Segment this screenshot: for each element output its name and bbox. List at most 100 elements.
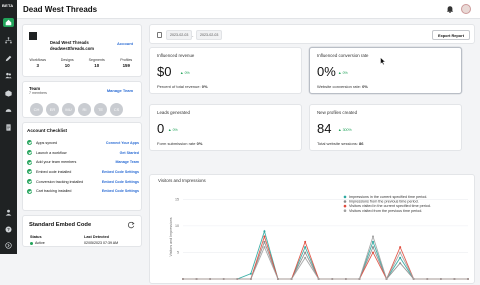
kpi-delta-value: 0% [342,71,348,75]
sitemap-icon[interactable] [3,36,14,45]
check-icon [27,169,32,175]
home-icon[interactable] [3,18,14,27]
gauge-icon[interactable] [3,106,14,115]
left-column: Dead West Threads deadwestthreads.com Ac… [22,24,142,247]
checklist-item-label: Apps synced [36,140,58,145]
help-icon[interactable]: ? [3,225,14,234]
series-line [183,235,468,281]
data-point [304,256,307,259]
end-date-input[interactable]: 2023-02-03 [196,30,223,40]
checklist-item-link[interactable]: Embed Code Settings [102,170,139,174]
checklist-item: Apps synced Connect Your Apps [27,138,139,148]
kpi-value: 84 [317,121,332,136]
notification-bell-icon[interactable] [446,5,454,13]
date-filter-bar: 2023-02-03 - 2023-02-03 Export Report [149,24,475,44]
svg-text:?: ? [7,227,10,232]
data-point [304,240,307,243]
checklist-item-link[interactable]: Get Started [120,151,139,155]
account-url: deadwestthreads.com [50,46,94,51]
account-link[interactable]: Account [117,41,133,46]
data-point [344,278,347,280]
checklist-items: Apps synced Connect Your Apps Launch a wo… [27,138,139,196]
box-icon[interactable] [3,89,14,98]
legend-swatch [343,209,347,212]
kpi-leads-generated[interactable]: Leads generated 0 ▲ 0% Form submission r… [149,104,302,151]
checklist-title: Account Checklist [27,128,68,133]
side-rail: BETA ? [0,0,17,254]
logout-icon[interactable] [3,241,14,250]
calendar-icon[interactable] [157,32,162,38]
data-point [263,240,266,243]
embed-status-value: Active [35,241,45,245]
checklist-item: Add your team members Manage Team [27,157,139,167]
user-avatar[interactable] [461,4,471,14]
data-point [372,235,374,238]
data-point [304,246,307,249]
checklist-item-link[interactable]: Manage Team [116,160,140,164]
embed-detected-value: 02/05/2023 07:39 AM [84,241,119,245]
y-tick-label: 15 [175,198,179,202]
legend-label: Visitors visited in the current specifie… [349,204,431,208]
users-icon[interactable] [3,71,14,80]
team-member-avatar[interactable]: CS [110,103,123,116]
beta-badge: BETA [2,3,14,8]
checklist-item-label: Conversion tracking installed [36,179,84,184]
kpi-footer-value: 0% [201,84,208,89]
data-point [263,235,266,238]
kpi-grid: Influenced revenue $0 ▲ 0% Percent of to… [149,47,475,151]
account-name: Dead West Threads [50,40,89,45]
team-card: Team 7 members Manage Team CH ER MU RI T… [22,81,142,118]
stat-value: 3 [36,63,39,68]
document-icon[interactable] [3,123,14,132]
check-icon [27,150,32,156]
data-point [182,278,184,280]
stat-label: Profiles [120,58,133,62]
kpi-title: Leads generated [157,110,190,115]
data-point [467,278,469,280]
kpi-footer-label: Total website sessions: [317,141,358,146]
series-line [183,229,468,281]
check-icon [27,140,32,146]
check-icon [27,159,32,165]
kpi-new-profiles-created[interactable]: New profiles created 84 ▲ 300% Total web… [309,104,462,151]
kpi-delta-value: 300% [342,128,352,132]
y-axis-label: Visitors and Impressions [169,217,173,256]
kpi-influenced-revenue[interactable]: Influenced revenue $0 ▲ 0% Percent of to… [149,47,302,94]
data-point [317,278,320,280]
data-point [263,246,266,249]
refresh-icon[interactable] [127,221,135,229]
stat-segments: Segments 10 [82,58,112,68]
check-icon [27,179,32,185]
team-member-avatar[interactable]: MU [62,103,75,116]
data-point [222,278,225,280]
kpi-influenced-conversion-rate[interactable]: Influenced conversion rate 0% ▲ 0% Websi… [309,47,462,94]
start-date-input[interactable]: 2023-02-03 [166,30,193,40]
checklist-item-link[interactable]: Embed Code Settings [102,189,139,193]
visitors-impressions-chart-card: Visitors and Impressions Visitors and Im… [149,174,475,284]
pen-icon[interactable] [3,54,14,63]
data-point [304,251,307,254]
data-point [372,251,374,254]
team-icon[interactable] [3,208,14,217]
kpi-footer: Form submission rate 0% [157,141,202,146]
checklist-item-label: Embed code installed [36,169,72,174]
checklist-item-link[interactable]: Connect Your Apps [106,141,139,145]
data-point [249,278,252,280]
team-member-avatar[interactable]: RI [78,103,91,116]
visitors-impressions-chart: Visitors and Impressions 15 10 5 Impressions… [169,195,469,281]
manage-team-link[interactable]: Manage Team [107,88,133,93]
check-icon [27,188,32,194]
kpi-delta: ▲ 300% [338,128,352,132]
team-member-avatar[interactable]: TE [94,103,107,116]
data-point [399,262,402,265]
data-point [263,230,266,233]
stat-label: Designs [60,58,74,62]
team-member-avatar[interactable]: CH [30,103,43,116]
checklist-item-link[interactable]: Embed Code Settings [102,180,139,184]
team-avatars: CH ER MU RI TE CS [30,103,123,116]
stat-value: 159 [122,63,130,68]
data-point [195,278,198,280]
kpi-title: Influenced conversion rate [317,53,369,58]
team-member-avatar[interactable]: ER [46,103,59,116]
export-report-button[interactable]: Export Report [432,30,470,40]
